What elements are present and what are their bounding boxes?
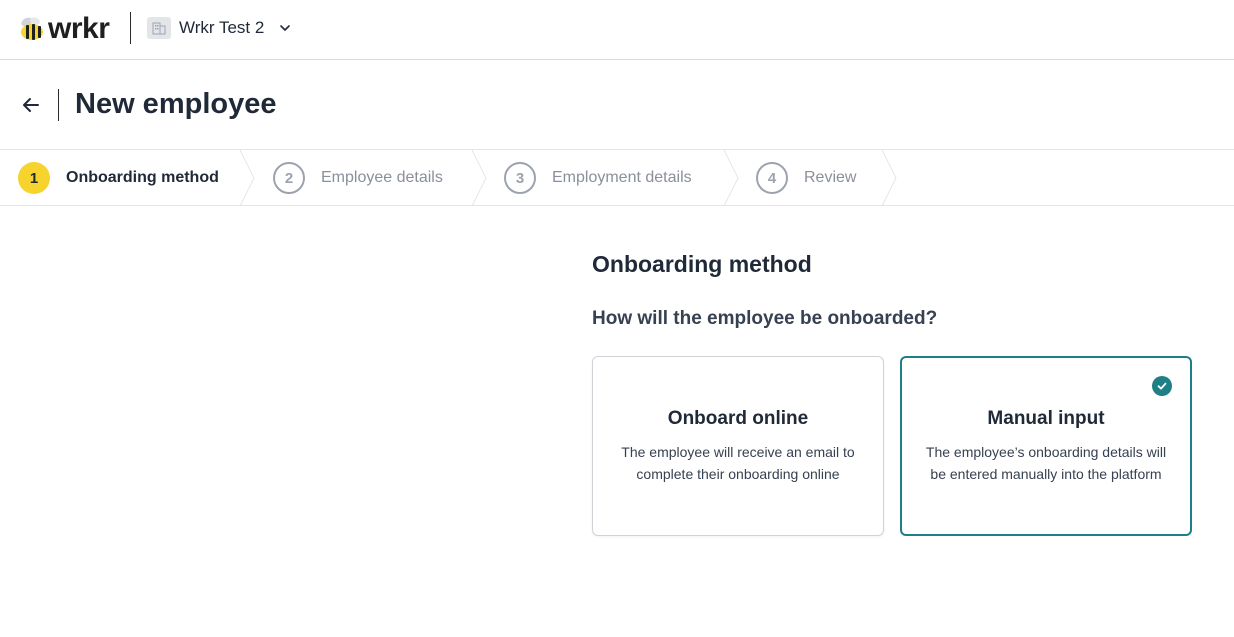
option-title: Manual input <box>987 408 1105 429</box>
check-circle-icon <box>1152 376 1172 396</box>
arrow-left-icon <box>23 98 39 112</box>
step-label: Employment details <box>552 169 692 186</box>
building-icon[interactable] <box>147 17 171 39</box>
section-title: Onboarding method <box>592 251 812 277</box>
step-separator <box>240 150 255 206</box>
step-separator <box>724 150 739 206</box>
step-number: 2 <box>273 162 305 194</box>
wrkr-logo[interactable]: wrkr <box>18 12 110 45</box>
bee-logo-icon <box>21 17 43 40</box>
back-button[interactable] <box>18 92 44 118</box>
page-title: New employee <box>75 88 277 120</box>
header-divider <box>130 12 131 44</box>
step-separator <box>472 150 487 206</box>
step-label: Onboarding method <box>66 169 219 186</box>
step-number: 1 <box>18 162 50 194</box>
step-employee-details[interactable]: 2 Employee details <box>273 150 443 206</box>
option-onboard-online[interactable]: Onboard online The employee will receive… <box>592 356 884 536</box>
step-separator <box>882 150 897 206</box>
step-label: Employee details <box>321 169 443 186</box>
option-title: Onboard online <box>667 408 809 429</box>
step-onboarding-method[interactable]: 1 Onboarding method <box>18 150 219 206</box>
option-manual-input[interactable]: Manual input The employee’s onboarding d… <box>900 356 1192 536</box>
onboarding-stepper: 1 Onboarding method 2 Employee details 3… <box>0 149 1234 206</box>
step-label: Review <box>804 169 857 186</box>
option-description: The employee’s onboarding details will b… <box>925 444 1167 482</box>
onboarding-question: How will the employee be onboarded? <box>592 308 938 329</box>
org-switcher-label[interactable]: Wrkr Test 2 <box>179 18 264 38</box>
step-review[interactable]: 4 Review <box>756 150 856 206</box>
option-description: The employee will receive an email to co… <box>621 444 855 482</box>
logo-wordmark: wrkr <box>48 12 110 45</box>
chevron-down-icon[interactable] <box>278 21 292 35</box>
step-employment-details[interactable]: 3 Employment details <box>504 150 692 206</box>
top-bar: wrkr Wrkr Test 2 <box>0 0 1234 60</box>
title-divider <box>58 89 59 121</box>
step-number: 4 <box>756 162 788 194</box>
step-number: 3 <box>504 162 536 194</box>
